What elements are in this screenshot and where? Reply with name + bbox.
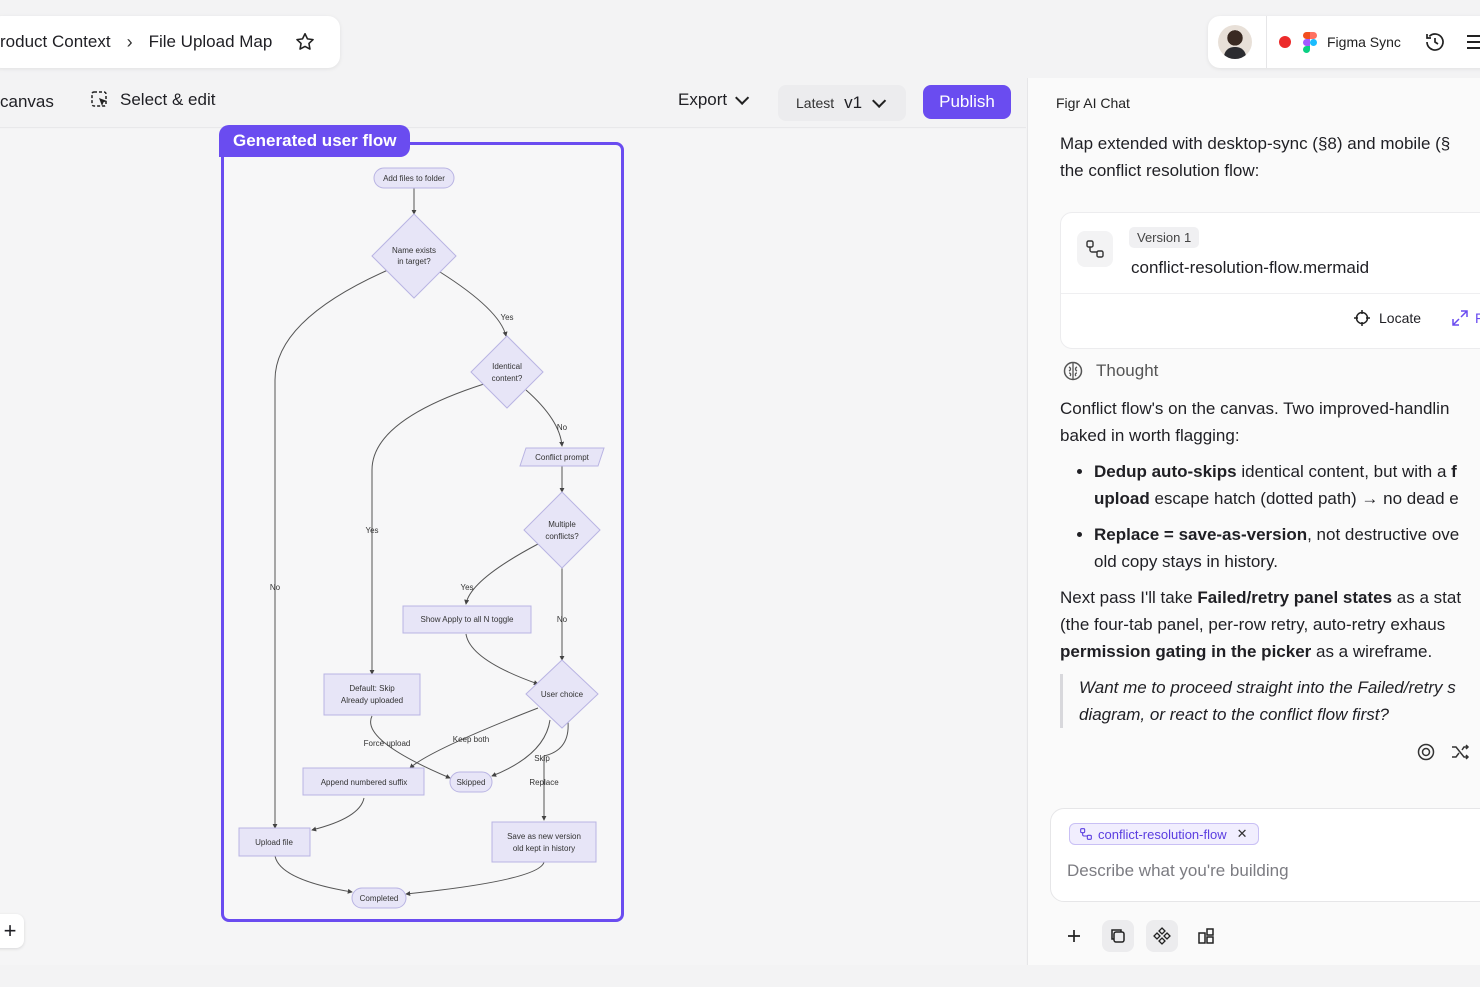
star-icon[interactable] (294, 31, 316, 53)
chat-intro: Map extended with desktop-sync (§8) and … (1060, 130, 1480, 184)
flow-frame[interactable] (221, 142, 624, 922)
canvas-tab[interactable]: canvas (0, 92, 54, 112)
list-item: Replace = save-as-version, not destructi… (1094, 521, 1480, 575)
zoom-in-button[interactable]: + (0, 914, 24, 948)
select-edit-button[interactable]: Select & edit (90, 90, 215, 110)
file-card[interactable]: Version 1 conflict-resolution-flow.merma… (1060, 212, 1480, 349)
chat-panel: Figr AI Chat Map extended with desktop-s… (1027, 78, 1480, 965)
chat-text: Map extended with desktop-sync (§8) and … (1060, 134, 1451, 153)
chat-text: baked in worth flagging: (1060, 426, 1240, 445)
chat-paragraph: Next pass I'll take Failed/retry panel s… (1060, 584, 1480, 665)
chat-text: escape hatch (dotted path) → no dead e (1149, 489, 1459, 508)
bold-text: upload (1094, 489, 1150, 508)
components-button[interactable] (1146, 920, 1178, 952)
chat-text: , not destructive ove (1307, 525, 1460, 544)
shuffle-icon[interactable] (1450, 742, 1470, 762)
thought-toggle[interactable]: Thought (1062, 360, 1158, 382)
file-name: conflict-resolution-flow.mermaid (1131, 258, 1370, 277)
bold-text: permission gating in the picker (1060, 642, 1312, 661)
chat-text: as a stat (1392, 588, 1462, 607)
expand-button[interactable]: F (1451, 309, 1480, 327)
chevron-down-icon (735, 90, 750, 105)
copy-icon (1111, 929, 1125, 943)
layout-button[interactable] (1190, 920, 1222, 952)
version-selector[interactable]: Latest v1 (778, 85, 906, 121)
chat-text: old copy stays in history. (1094, 552, 1278, 571)
breadcrumb-separator: › (126, 31, 133, 52)
export-dropdown[interactable]: Export (678, 90, 750, 110)
layout-icon (1198, 928, 1214, 944)
list-item: Dedup auto-skips identical content, but … (1094, 458, 1480, 512)
avatar[interactable] (1218, 25, 1252, 59)
divider (1061, 293, 1480, 294)
bold-text: Failed/retry panel states (1197, 588, 1393, 607)
export-label: Export (678, 90, 728, 109)
composer-tools (1058, 920, 1222, 952)
bold-text: Replace = save-as-version (1094, 525, 1308, 544)
chat-text: Conflict flow's on the canvas. Two impro… (1060, 399, 1450, 418)
version-badge: Version 1 (1129, 227, 1200, 248)
bullet-list: Dedup auto-skips identical content, but … (1094, 458, 1480, 575)
record-indicator-icon (1279, 36, 1291, 48)
history-icon[interactable] (1423, 30, 1447, 54)
brain-icon (1063, 361, 1083, 381)
flow-file-icon (1077, 231, 1113, 267)
latest-label: Latest (796, 95, 835, 111)
chat-text: identical content, but with a (1236, 462, 1452, 481)
chat-text: as a wireframe. (1311, 642, 1433, 661)
locate-label: Locate (1379, 310, 1422, 326)
publish-button[interactable]: Publish (923, 85, 1011, 119)
chat-text: Want me to proceed straight into the Fai… (1079, 678, 1456, 697)
locate-button[interactable]: Locate (1353, 309, 1421, 327)
select-icon (91, 91, 107, 107)
flow-tag[interactable]: Generated user flow (219, 125, 411, 157)
close-icon[interactable]: ✕ (1237, 826, 1248, 842)
breadcrumb: roduct Context › File Upload Map (0, 16, 340, 68)
select-edit-label: Select & edit (120, 90, 216, 109)
chat-text: Next pass I'll take (1060, 588, 1198, 607)
composer: conflict-resolution-flow ✕ (1050, 808, 1480, 902)
figma-icon (1303, 32, 1317, 53)
chevron-down-icon (872, 93, 887, 108)
flow-file-icon (1080, 828, 1092, 840)
expand-icon (1452, 310, 1468, 326)
toolbar: canvas Select & edit Export Latest v1 Pu… (0, 78, 1026, 128)
context-chip[interactable]: conflict-resolution-flow ✕ (1069, 823, 1259, 845)
thought-label: Thought (1096, 361, 1159, 380)
chip-label: conflict-resolution-flow (1098, 826, 1227, 842)
collab-bar: Figma Sync (1208, 16, 1480, 68)
chat-text: diagram, or react to the conflict flow f… (1079, 705, 1389, 724)
divider (1266, 16, 1267, 68)
breadcrumb-current[interactable]: File Upload Map (149, 32, 273, 52)
crosshair-icon (1354, 310, 1370, 326)
copy-button[interactable] (1102, 920, 1134, 952)
components-icon (1153, 927, 1171, 945)
assistant-message: Conflict flow's on the canvas. Two impro… (1060, 395, 1480, 728)
chat-text: (the four-tab panel, per-row retry, auto… (1060, 615, 1446, 634)
figma-sync-label[interactable]: Figma Sync (1327, 34, 1401, 50)
quote-block: Want me to proceed straight into the Fai… (1060, 674, 1480, 728)
chat-title: Figr AI Chat (1056, 95, 1130, 111)
settings-icon[interactable] (1463, 30, 1480, 54)
expand-label: F (1475, 310, 1480, 326)
breadcrumb-parent[interactable]: roduct Context (0, 32, 111, 52)
chat-text: the conflict resolution flow: (1060, 161, 1260, 180)
chat-input[interactable] (1067, 861, 1480, 881)
message-actions (1416, 742, 1470, 762)
plus-icon (1068, 930, 1080, 942)
version-label: v1 (844, 93, 863, 112)
target-icon[interactable] (1416, 742, 1436, 762)
bold-text: f (1451, 462, 1457, 481)
bold-text: Dedup auto-skips (1094, 462, 1237, 481)
add-button[interactable] (1058, 920, 1090, 952)
